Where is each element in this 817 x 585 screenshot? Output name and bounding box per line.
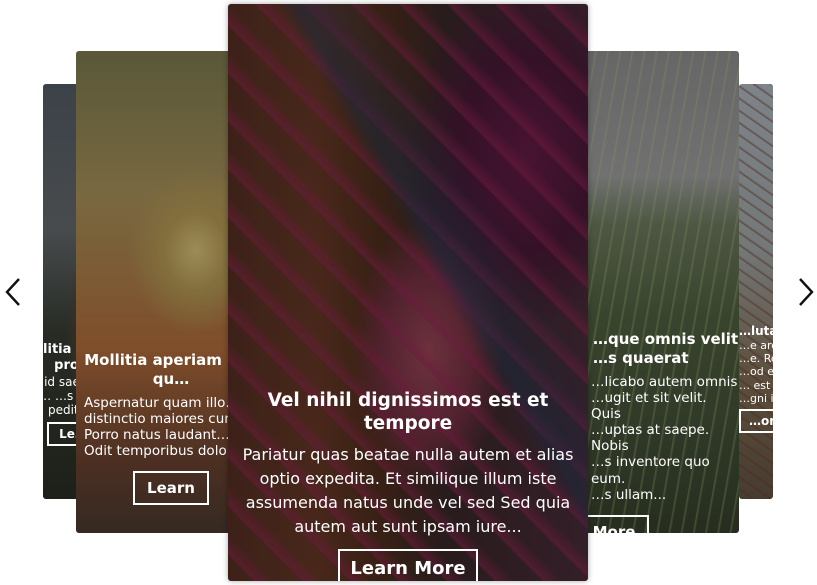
learn-more-button[interactable]: …ore xyxy=(739,408,773,433)
carousel-card-active[interactable]: Vel nihil dignissimos est et tempore Par… xyxy=(228,4,588,581)
carousel-card-far-right[interactable]: …luta … …e arch… …e. Rep… …od ea… … est … xyxy=(739,84,773,499)
card-title: Vel nihil dignissimos est et tempore xyxy=(267,390,549,435)
card-title: …luta … xyxy=(739,324,773,338)
card-description: …e arch… …e. Rep… …od ea… … est d… …gni … xyxy=(739,339,773,405)
chevron-right-icon xyxy=(799,278,814,306)
chevron-left-icon xyxy=(5,278,20,306)
learn-more-button[interactable]: More xyxy=(578,515,650,533)
carousel-next-button[interactable] xyxy=(793,275,817,309)
learn-more-button[interactable]: Learn More xyxy=(338,549,478,581)
learn-more-button[interactable]: Learn xyxy=(133,471,209,506)
card-description: Pariatur quas beatae nulla autem et alia… xyxy=(242,445,574,537)
carousel-prev-button[interactable] xyxy=(2,275,26,309)
